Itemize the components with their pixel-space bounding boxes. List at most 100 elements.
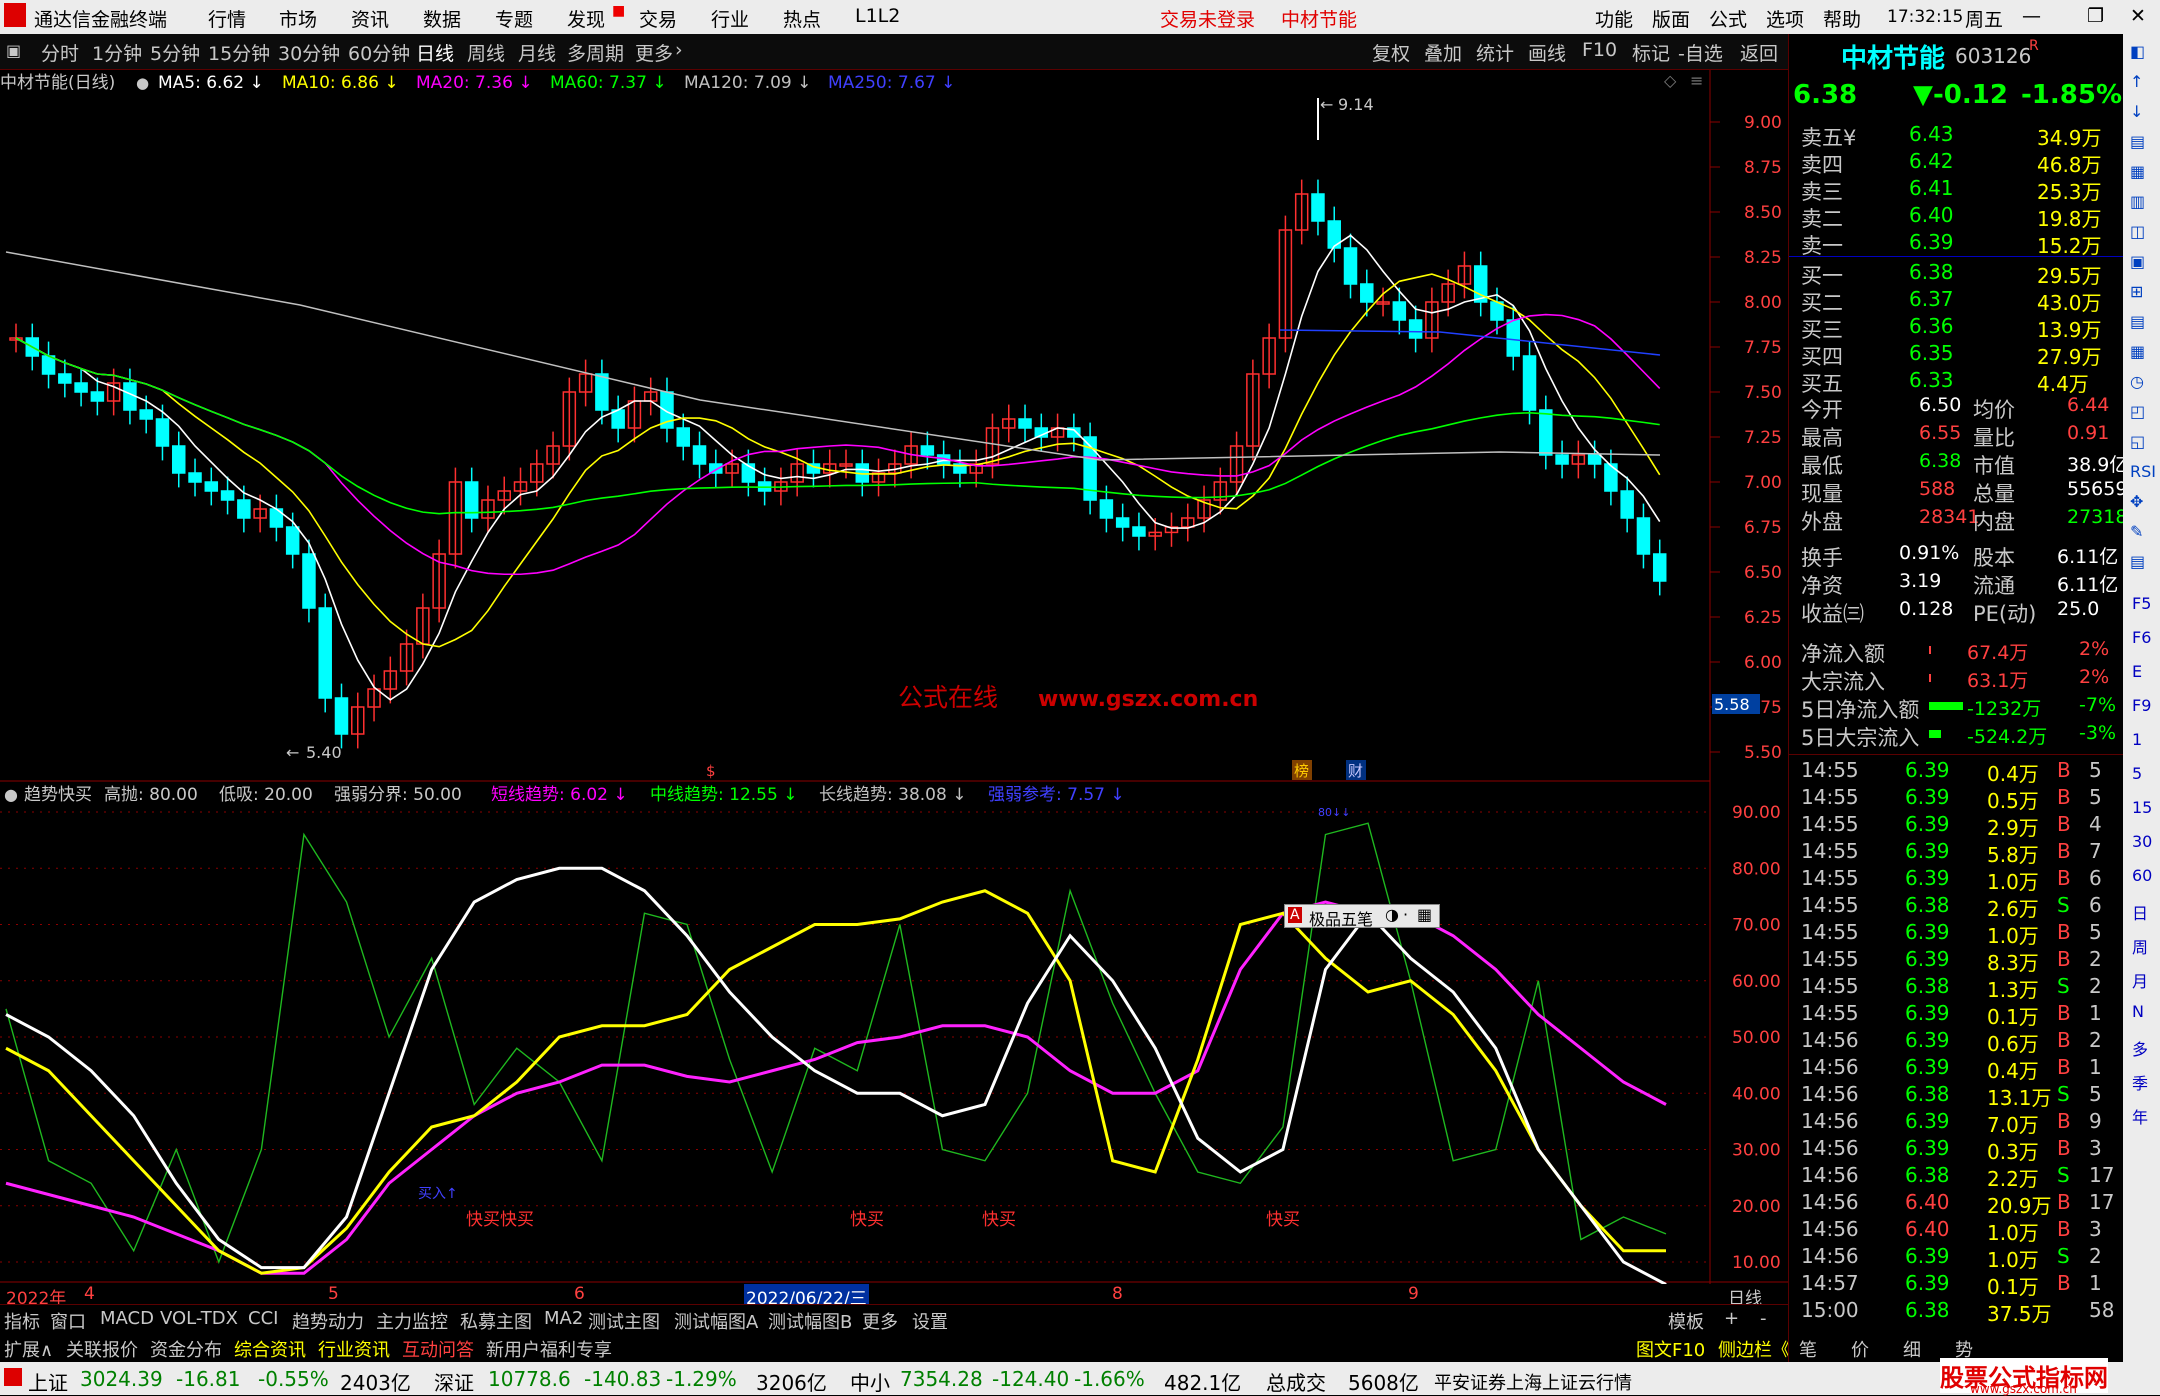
restore-icon[interactable]: ❐ [2087,5,2104,27]
menu-item[interactable]: 行业 [711,5,749,32]
side-tool-icon[interactable]: ↑ [2130,72,2143,91]
tab-ticks[interactable]: 笔 [1799,1336,1817,1362]
login-status[interactable]: 交易未登录 [1160,5,1255,32]
tab-macd[interactable]: MACD [100,1308,154,1329]
period-tab[interactable]: 5分钟 [150,39,200,66]
ime-logo-icon[interactable]: A [1288,907,1302,923]
menu-item[interactable]: 数据 [423,5,461,32]
tab-window[interactable]: 窗口 [50,1308,86,1334]
side-tool-icon[interactable]: ▤ [2130,552,2145,571]
tab-main-monitor[interactable]: 主力监控 [376,1308,448,1334]
menu-item[interactable]: 功能 [1595,5,1633,32]
toolbar-button[interactable]: -自选 [1678,39,1723,66]
side-tool-icon[interactable]: ◰ [2130,402,2145,421]
ime-name[interactable]: 极品五笔 [1309,906,1373,930]
side-tool-icon[interactable]: ▦ [2130,162,2145,181]
side-tool-icon[interactable]: ⊞ [2130,282,2143,301]
period-tab[interactable]: 月线 [518,39,556,66]
side-period-button[interactable]: 30 [2132,832,2152,851]
tab-test-b[interactable]: 测试幅图B [768,1308,852,1334]
side-period-button[interactable]: 日 [2132,900,2148,924]
menu-item[interactable]: 热点 [783,5,821,32]
side-period-button[interactable]: 多 [2132,1036,2148,1060]
menu-item[interactable]: 交易 [639,5,677,32]
qa-tab[interactable]: 互动问答 [402,1336,474,1362]
side-period-button[interactable]: 15 [2132,798,2152,817]
period-tab[interactable]: 周线 [467,39,505,66]
side-period-button[interactable]: N [2132,1002,2144,1021]
period-tab-more[interactable]: 更多 [635,39,673,66]
tab-more[interactable]: 更多 [862,1308,898,1334]
period-tab-selected[interactable]: 日线 [416,39,454,66]
side-tool-icon[interactable]: ↓ [2130,102,2143,121]
template-button[interactable]: 模板 [1668,1308,1704,1334]
side-tool-icon[interactable]: ▤ [2130,132,2145,151]
period-tab[interactable]: 30分钟 [278,39,340,66]
tab-cci[interactable]: CCI [248,1308,278,1329]
menu-item[interactable]: 公式 [1709,5,1747,32]
toolbar-button[interactable]: 标记 [1632,39,1670,66]
tab-settings[interactable]: 设置 [912,1308,948,1334]
index-name[interactable]: 深证 [434,1367,474,1396]
tab-ma2[interactable]: MA2 [544,1308,583,1329]
tab-price[interactable]: 价 [1851,1336,1869,1362]
menu-item[interactable]: L1L2 [855,5,900,27]
side-tool-icon[interactable]: ▤ [2130,312,2145,331]
kline-chart[interactable]: 9.00 8.75 8.50 8.25 8.00 7.75 7.50 7.25 7.00 6.75… [0,70,1788,782]
expand-tab[interactable]: 扩展∧ [4,1336,53,1362]
index-name[interactable]: 上证 [28,1367,68,1396]
side-period-button[interactable]: 60 [2132,866,2152,885]
period-tab[interactable]: 60分钟 [348,39,410,66]
period-tab[interactable]: 15分钟 [208,39,270,66]
tab-indicator[interactable]: 指标 [4,1308,40,1334]
remove-window-button[interactable]: - [1760,1308,1767,1329]
menu-item[interactable]: 发现 [567,5,605,32]
period-tab[interactable]: 分时 [41,39,79,66]
side-period-button[interactable]: 1 [2132,730,2142,749]
diamond-icon[interactable]: ◇ [1664,71,1677,90]
toolbar-button[interactable]: 画线 [1528,39,1566,66]
toolbar-button[interactable]: F10 [1582,39,1617,61]
menu-item[interactable]: 市场 [279,5,317,32]
new-user-tab[interactable]: 新用户福利专享 [486,1336,612,1362]
side-period-button[interactable]: F6 [2132,628,2151,647]
indicator-chart[interactable]: 90.00 80.00 70.00 60.00 50.00 40.00 30.00 20.00… [0,782,1788,1284]
add-window-button[interactable]: + [1724,1308,1739,1329]
tab-test-a[interactable]: 测试幅图A [674,1308,758,1334]
settings-icon[interactable]: ≡ [1690,71,1703,90]
side-period-button[interactable]: 年 [2132,1104,2148,1128]
close-icon[interactable]: ✕ [2130,5,2146,27]
ime-keyboard-icon[interactable]: ▦ [1417,905,1432,924]
ime-punct-icon[interactable]: · [1403,905,1408,924]
industry-news-tab[interactable]: 行业资讯 [318,1336,390,1362]
menu-item[interactable]: 行情 [208,5,246,32]
tab-private-fund[interactable]: 私募主图 [460,1308,532,1334]
panel-toggle-icon[interactable]: ▣ [6,41,21,60]
index-name[interactable]: 中小 [850,1367,890,1396]
side-tool-icon[interactable]: ▦ [2130,342,2145,361]
side-tool-icon[interactable]: ◫ [2130,222,2145,241]
toolbar-button[interactable]: 统计 [1476,39,1514,66]
side-tool-icon[interactable]: ▣ [2130,252,2145,271]
menu-item[interactable]: 帮助 [1823,5,1861,32]
sidebar-tab[interactable]: 侧边栏《 [1718,1336,1790,1362]
toolbar-button[interactable]: 复权 [1372,39,1410,66]
tab-detail[interactable]: 细 [1903,1336,1921,1362]
ime-toolbar[interactable]: A 极品五笔 ◑ · ▦ [1284,904,1440,930]
side-period-button[interactable]: F5 [2132,594,2151,613]
side-tool-icon[interactable]: ◱ [2130,432,2145,451]
side-period-button[interactable]: 季 [2132,1070,2148,1094]
fund-distribution-tab[interactable]: 资金分布 [150,1336,222,1362]
chevron-right-icon[interactable]: › [675,39,683,61]
dividend-mark[interactable]: $ [706,762,716,780]
side-period-button[interactable]: F9 [2132,696,2151,715]
menu-item[interactable]: 版面 [1652,5,1690,32]
side-period-button[interactable]: 周 [2132,934,2148,958]
side-tool-icon[interactable]: ▥ [2130,192,2145,211]
related-quote-tab[interactable]: 关联报价 [66,1336,138,1362]
side-period-button[interactable]: 5 [2132,764,2142,783]
side-tool-icon[interactable]: ◷ [2130,372,2144,391]
side-tool-icon[interactable]: ✥ [2130,492,2143,511]
minimize-icon[interactable]: — [2022,5,2041,27]
toolbar-button[interactable]: 返回 [1740,39,1778,66]
